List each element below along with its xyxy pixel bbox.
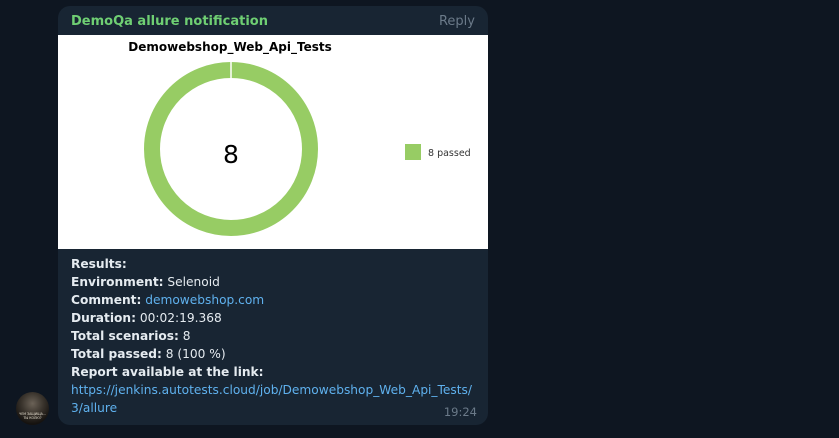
- message-timestamp: 19:24: [443, 405, 477, 419]
- avatar-caption: ЧЕМ ЗАЩИЩА... ТЫ КОЛЮ?: [19, 412, 46, 420]
- comment-label: Comment:: [71, 293, 142, 307]
- environment-label: Environment:: [71, 275, 164, 289]
- message-text: Results: Environment: Selenoid Comment: …: [71, 255, 478, 417]
- chart-title: Demowebshop_Web_Api_Tests: [128, 40, 331, 55]
- legend-label-0: 8 passed: [428, 148, 471, 159]
- total-scenarios-label: Total scenarios:: [71, 329, 179, 343]
- chart-legend: 8 passed: [405, 144, 471, 160]
- allure-chart-image[interactable]: Demowebshop_Web_Api_Tests 8 8 passed: [58, 35, 488, 249]
- chart-center-value: 8: [223, 140, 239, 169]
- total-scenarios-value: 8: [182, 329, 191, 343]
- total-passed-label: Total passed:: [71, 347, 162, 361]
- duration-value: 00:02:19.368: [139, 311, 222, 325]
- report-link-continued[interactable]: 3/allure: [71, 401, 117, 415]
- reply-button[interactable]: Reply: [439, 13, 475, 31]
- duration-label: Duration:: [71, 311, 136, 325]
- message-header: DemoQa allure notification Reply: [71, 13, 475, 33]
- sender-avatar[interactable]: ЧЕМ ЗАЩИЩА... ТЫ КОЛЮ?: [16, 392, 49, 425]
- results-heading: Results:: [71, 257, 127, 271]
- total-passed-value: 8 (100 %): [165, 347, 226, 361]
- report-link[interactable]: https://jenkins.autotests.cloud/job/Demo…: [71, 383, 472, 397]
- environment-value: Selenoid: [167, 275, 220, 289]
- legend-swatch-0: [405, 144, 421, 160]
- message-bubble[interactable]: DemoQa allure notification Reply Demoweb…: [58, 6, 488, 425]
- sender-name[interactable]: DemoQa allure notification: [71, 13, 268, 31]
- donut-chart: Demowebshop_Web_Api_Tests 8 8 passed: [128, 40, 471, 236]
- report-label: Report available at the link:: [71, 365, 264, 379]
- comment-link[interactable]: demowebshop.com: [145, 293, 264, 307]
